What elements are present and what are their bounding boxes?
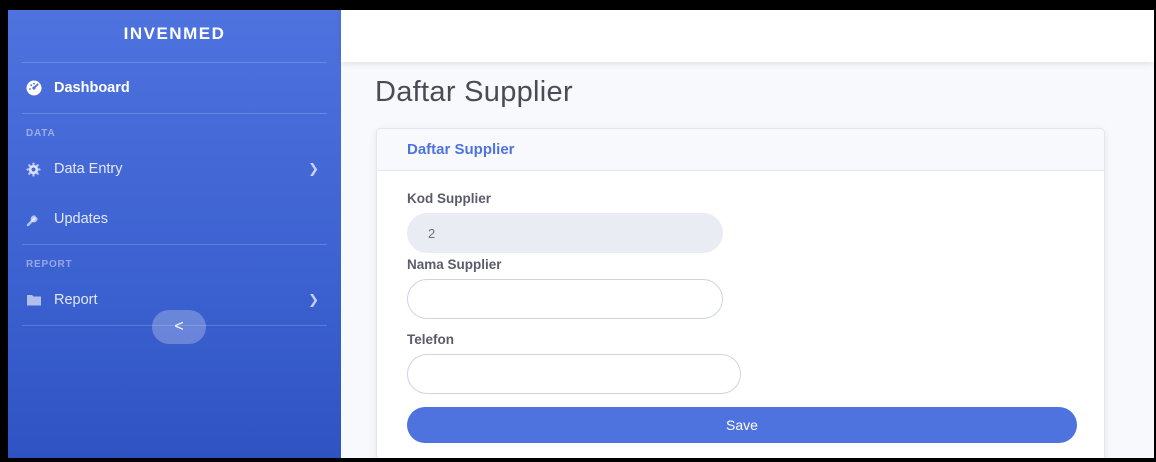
sidebar-item-dashboard[interactable]: Dashboard [8, 63, 341, 113]
gear-icon [26, 161, 54, 177]
brand-logo[interactable]: INVENMED [8, 10, 341, 62]
sidebar-toggle-button[interactable]: < [152, 310, 206, 344]
card-header: Daftar Supplier [377, 129, 1104, 171]
sidebar-heading-report: REPORT [26, 259, 73, 270]
kod-supplier-label: Kod Supplier [407, 191, 491, 206]
telefon-label: Telefon [407, 332, 454, 347]
topbar [341, 10, 1154, 62]
kod-supplier-input[interactable] [407, 213, 723, 253]
sidebar-item-updates[interactable]: Updates [8, 194, 341, 244]
tachometer-icon [26, 80, 54, 96]
nama-supplier-label: Nama Supplier [407, 257, 502, 272]
nama-supplier-input[interactable] [407, 279, 723, 319]
app-frame: INVENMED Dashboard DATA Data Entry ❯ Upd… [8, 10, 1154, 458]
sidebar-item-label: Data Entry [54, 161, 123, 177]
sidebar: INVENMED Dashboard DATA Data Entry ❯ Upd… [8, 10, 341, 458]
chevron-left-icon: < [174, 318, 184, 335]
save-button[interactable]: Save [407, 407, 1077, 443]
folder-icon [26, 293, 54, 307]
sidebar-item-label: Updates [54, 211, 109, 227]
sidebar-item-data-entry[interactable]: Data Entry ❯ [8, 144, 341, 194]
chevron-right-icon: ❯ [308, 161, 319, 176]
page-title: Daftar Supplier [375, 76, 573, 108]
telefon-input[interactable] [407, 354, 741, 394]
supplier-form-card: Daftar Supplier Kod Supplier Nama Suppli… [376, 128, 1105, 458]
sidebar-heading-data: DATA [26, 128, 56, 139]
wrench-icon [26, 211, 54, 227]
chevron-right-icon: ❯ [308, 292, 319, 307]
sidebar-item-label: Report [54, 292, 98, 308]
sidebar-item-label: Dashboard [54, 80, 130, 96]
